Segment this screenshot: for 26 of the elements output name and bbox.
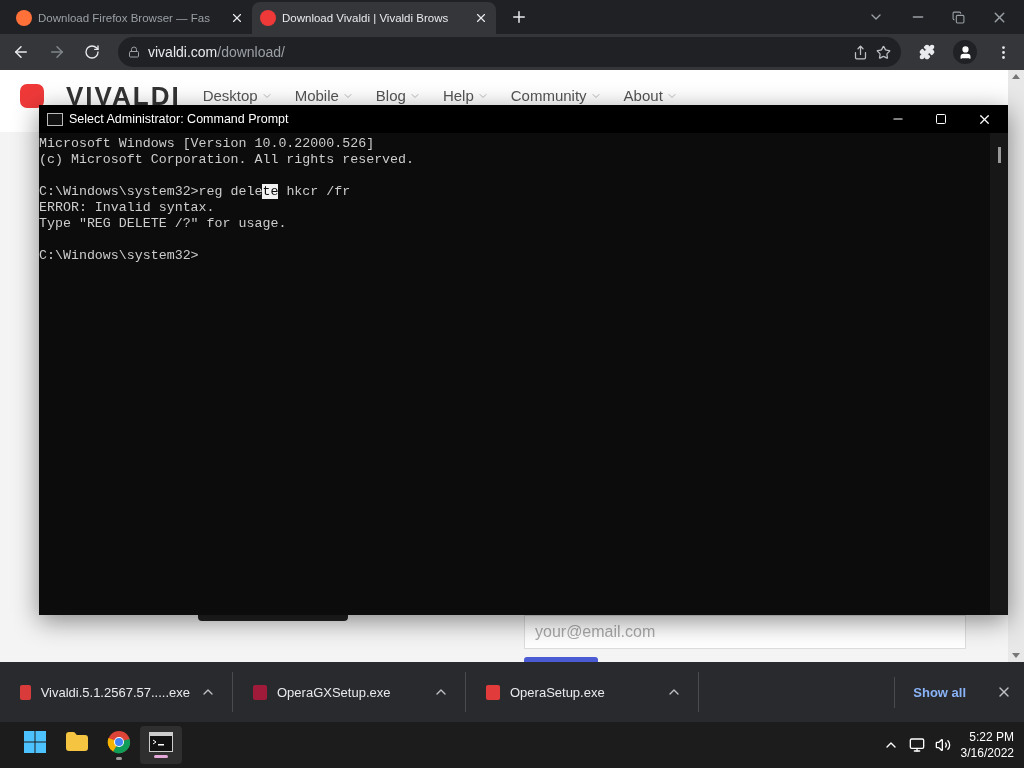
show-all-link[interactable]: Show all xyxy=(894,676,984,708)
nav-link[interactable]: Community xyxy=(510,84,602,108)
nav-link[interactable]: Desktop xyxy=(202,84,273,108)
download-item[interactable]: OperaGXSetup.exe xyxy=(233,672,466,712)
clock[interactable]: 5:22 PM 3/16/2022 xyxy=(960,729,1014,761)
nav-link[interactable]: About xyxy=(623,84,678,108)
console-line: ERROR: Invalid syntax. xyxy=(39,200,216,216)
time-text: 5:22 PM xyxy=(969,729,1014,745)
console-line: Microsoft Windows [Version 10.0.22000.526] xyxy=(39,136,376,152)
date-text: 3/16/2022 xyxy=(960,745,1014,761)
nav-link[interactable]: Mobile xyxy=(294,84,354,108)
browser-tab[interactable]: Download Vivaldi | Vivaldi Brows xyxy=(252,2,496,34)
download-item[interactable]: Vivaldi.5.1.2567.57.....exe xyxy=(0,672,233,712)
window-title: Select Administrator: Command Prompt xyxy=(69,112,289,126)
console-line: Type "REG DELETE /?" for usage. xyxy=(39,216,288,232)
download-item[interactable]: OperaSetup.exe xyxy=(466,672,699,712)
address-bar[interactable]: vivaldi.com/download/ xyxy=(118,37,901,67)
nav-link[interactable]: Help xyxy=(442,84,489,108)
browser-tab[interactable]: Download Firefox Browser — Fas xyxy=(8,2,252,34)
url-text: vivaldi.com/download/ xyxy=(148,44,285,60)
console-line: C:\Windows\system32>reg delete hkcr /fr xyxy=(39,184,352,200)
nav-link[interactable]: Blog xyxy=(375,84,421,108)
logo-text[interactable]: VIVALDI xyxy=(66,84,181,108)
email-field[interactable]: your@email.com xyxy=(524,615,966,649)
console-line: C:\Windows\system32> xyxy=(39,248,200,264)
console-line: (c) Microsoft Corporation. All rights reserved. xyxy=(39,152,416,168)
